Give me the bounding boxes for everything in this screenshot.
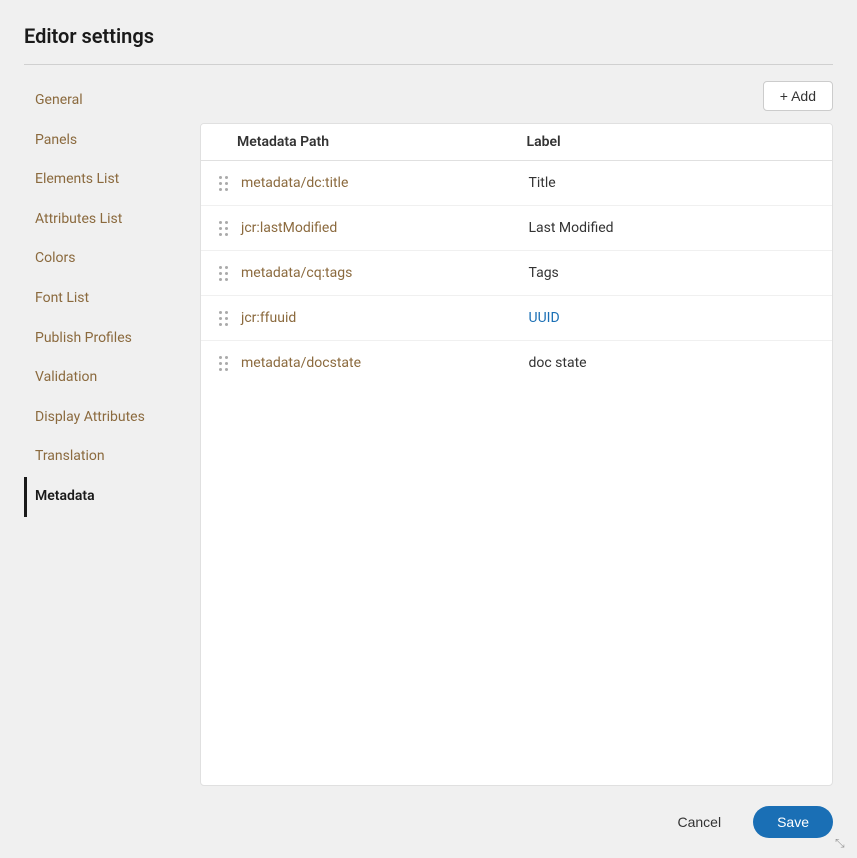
cancel-button[interactable]: Cancel bbox=[657, 806, 741, 838]
cell-path: metadata/cq:tags bbox=[241, 265, 529, 281]
sidebar-item-publish-profiles[interactable]: Publish Profiles bbox=[24, 319, 184, 359]
cell-label: Title bbox=[529, 175, 817, 191]
sidebar-item-attributes-list[interactable]: Attributes List bbox=[24, 200, 184, 240]
drag-handle[interactable] bbox=[213, 176, 233, 191]
cell-label: doc state bbox=[529, 355, 817, 371]
sidebar-item-validation[interactable]: Validation bbox=[24, 358, 184, 398]
title-divider bbox=[24, 64, 833, 65]
cell-path: metadata/dc:title bbox=[241, 175, 529, 191]
drag-handle[interactable] bbox=[213, 266, 233, 281]
drag-handle[interactable] bbox=[213, 221, 233, 236]
cell-path: jcr:lastModified bbox=[241, 220, 529, 236]
cell-path: metadata/docstate bbox=[241, 355, 529, 371]
table-body: metadata/dc:titleTitlejcr:lastModifiedLa… bbox=[201, 161, 832, 385]
sidebar-item-general[interactable]: General bbox=[24, 81, 184, 121]
sidebar: GeneralPanelsElements ListAttributes Lis… bbox=[24, 81, 184, 786]
add-button[interactable]: + Add bbox=[763, 81, 833, 111]
col-header-label: Label bbox=[527, 134, 817, 150]
sidebar-item-metadata[interactable]: Metadata bbox=[24, 477, 184, 517]
table-container: Metadata Path Label metadata/dc:titleTit… bbox=[200, 123, 833, 786]
sidebar-item-translation[interactable]: Translation bbox=[24, 437, 184, 477]
table-row: metadata/docstatedoc state bbox=[201, 341, 832, 385]
footer: Cancel Save bbox=[0, 786, 857, 858]
content-header: + Add bbox=[200, 81, 833, 111]
cell-label: Last Modified bbox=[529, 220, 817, 236]
sidebar-item-font-list[interactable]: Font List bbox=[24, 279, 184, 319]
table-row: metadata/cq:tagsTags bbox=[201, 251, 832, 296]
page-title: Editor settings bbox=[24, 24, 833, 48]
sidebar-item-colors[interactable]: Colors bbox=[24, 239, 184, 279]
table-row: jcr:lastModifiedLast Modified bbox=[201, 206, 832, 251]
col-header-path: Metadata Path bbox=[237, 134, 527, 150]
content-area: + Add Metadata Path Label metadata/dc:ti… bbox=[200, 81, 833, 786]
save-button[interactable]: Save bbox=[753, 806, 833, 838]
sidebar-item-panels[interactable]: Panels bbox=[24, 121, 184, 161]
main-layout: GeneralPanelsElements ListAttributes Lis… bbox=[24, 81, 833, 786]
table-row: jcr:ffuuidUUID bbox=[201, 296, 832, 341]
table-row: metadata/dc:titleTitle bbox=[201, 161, 832, 206]
cell-label: Tags bbox=[529, 265, 817, 281]
drag-handle[interactable] bbox=[213, 311, 233, 326]
drag-handle[interactable] bbox=[213, 356, 233, 371]
sidebar-item-elements-list[interactable]: Elements List bbox=[24, 160, 184, 200]
sidebar-item-display-attributes[interactable]: Display Attributes bbox=[24, 398, 184, 438]
resize-handle[interactable]: ⤡ bbox=[835, 836, 849, 850]
cell-label: UUID bbox=[529, 310, 817, 326]
page-container: Editor settings GeneralPanelsElements Li… bbox=[0, 0, 857, 786]
table-header: Metadata Path Label bbox=[201, 124, 832, 161]
cell-path: jcr:ffuuid bbox=[241, 310, 529, 326]
